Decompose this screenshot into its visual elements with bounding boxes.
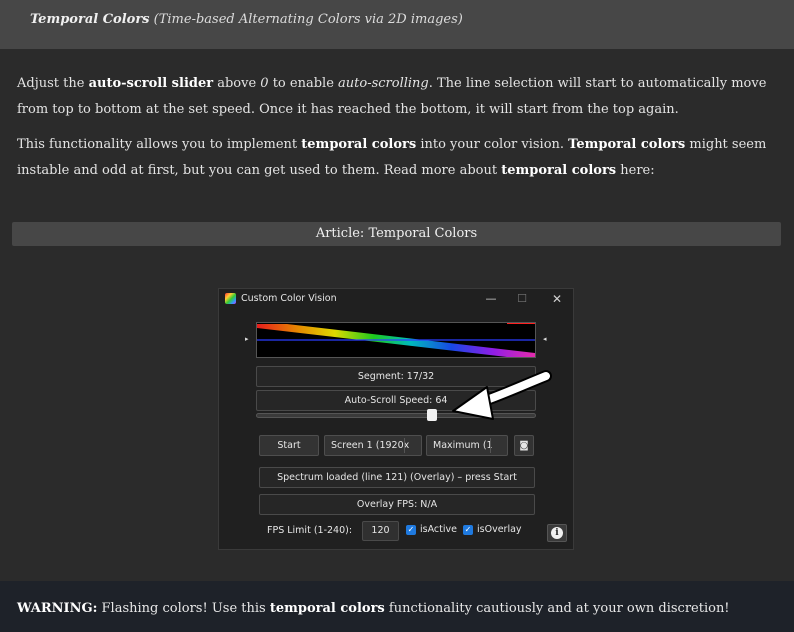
warning-banner: WARNING: Flashing colors! Use this tempo… (0, 581, 794, 632)
header-title: Temporal Colors (30, 12, 150, 27)
auto-scroll-slider-term: auto-scroll slider (88, 76, 214, 91)
intro-paragraph-2: This functionality allows you to impleme… (17, 137, 767, 178)
intro-paragraph-1: Adjust the auto-scroll slider above 0 to… (17, 76, 767, 117)
section-header: Temporal Colors (Time-based Alternating … (0, 0, 794, 49)
app-window: Custom Color Vision — ☐ ✕ ▸ ◂ Segment: 1… (218, 288, 574, 550)
article-temporal-colors-button[interactable]: Article: Temporal Colors (12, 222, 781, 246)
pointer-arrow-icon (452, 370, 552, 420)
header-subtitle: (Time-based Alternating Colors via 2D im… (153, 12, 463, 27)
